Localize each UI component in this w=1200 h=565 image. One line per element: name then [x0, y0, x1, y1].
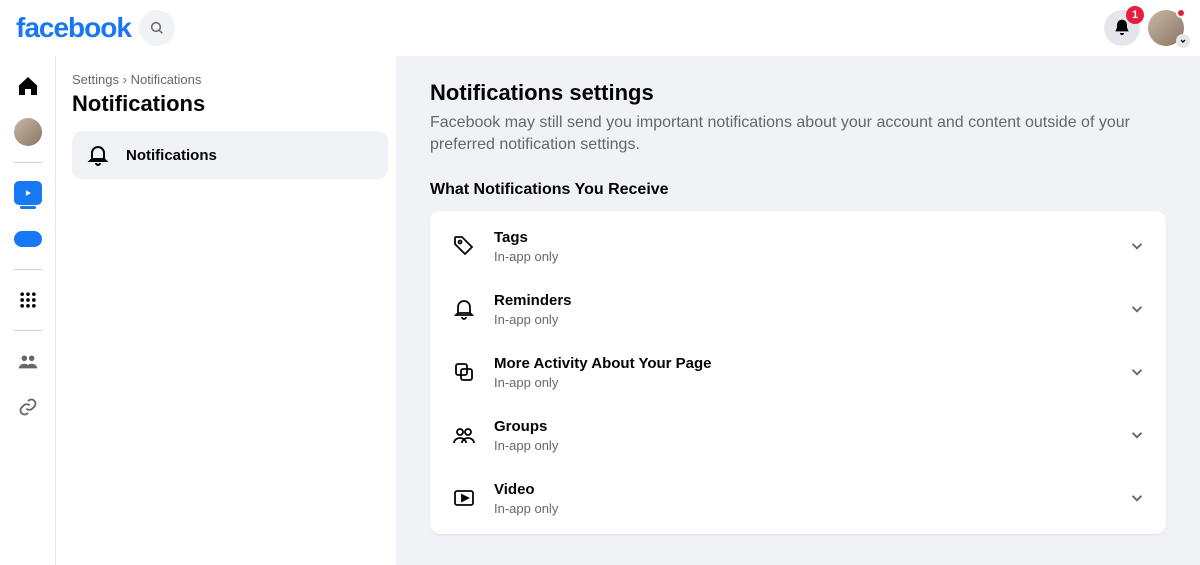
header-left: facebook	[16, 10, 175, 46]
watch-icon	[14, 181, 42, 205]
settings-panel: Settings › Notifications Notifications N…	[56, 56, 396, 565]
nav-item-label: Notifications	[126, 147, 217, 164]
panel-title: Notifications	[72, 91, 388, 117]
rail-divider	[14, 269, 42, 270]
tag-icon	[450, 232, 478, 260]
chevron-down-icon	[1128, 426, 1146, 444]
search-icon	[149, 20, 165, 36]
chevron-down-icon	[1128, 300, 1146, 318]
row-title: Groups	[494, 418, 1112, 436]
row-title: More Activity About Your Page	[494, 355, 1112, 373]
main-title: Notifications settings	[430, 80, 1166, 106]
nav-item-notifications[interactable]: Notifications	[72, 131, 388, 179]
home-icon	[16, 74, 40, 98]
bell-icon	[450, 295, 478, 323]
notifications-card: Tags In-app only Reminders In-app only	[430, 211, 1166, 534]
main-content: Notifications settings Facebook may stil…	[396, 56, 1200, 565]
breadcrumb-sep: ›	[123, 72, 127, 87]
groups-icon	[450, 421, 478, 449]
row-text: More Activity About Your Page In-app onl…	[494, 355, 1112, 390]
gaming-icon	[14, 231, 42, 247]
main-description: Facebook may still send you important no…	[430, 112, 1150, 157]
rail-link[interactable]	[10, 389, 46, 425]
row-sub: In-app only	[494, 249, 1112, 264]
body-wrap: Settings › Notifications Notifications N…	[0, 56, 1200, 565]
row-title: Video	[494, 481, 1112, 499]
row-title: Reminders	[494, 292, 1112, 310]
row-text: Reminders In-app only	[494, 292, 1112, 327]
breadcrumb-current: Notifications	[131, 72, 202, 87]
groups-icon	[17, 350, 39, 372]
link-icon	[18, 397, 38, 417]
row-sub: In-app only	[494, 501, 1112, 516]
breadcrumb-parent[interactable]: Settings	[72, 72, 119, 87]
row-groups[interactable]: Groups In-app only	[430, 404, 1166, 467]
account-chevron	[1176, 34, 1190, 48]
rail-profile[interactable]	[10, 114, 46, 150]
account-menu-button[interactable]	[1148, 10, 1184, 46]
chevron-down-icon	[1128, 237, 1146, 255]
notifications-button[interactable]: 1	[1104, 10, 1140, 46]
row-reminders[interactable]: Reminders In-app only	[430, 278, 1166, 341]
rail-home[interactable]	[10, 68, 46, 104]
facebook-logo[interactable]: facebook	[16, 12, 131, 44]
row-text: Groups In-app only	[494, 418, 1112, 453]
grid-icon	[18, 290, 38, 310]
row-title: Tags	[494, 229, 1112, 247]
chevron-down-icon	[1128, 489, 1146, 507]
chevron-down-icon	[1128, 363, 1146, 381]
row-tags[interactable]: Tags In-app only	[430, 215, 1166, 278]
row-video[interactable]: Video In-app only	[430, 467, 1166, 530]
status-dot	[1176, 8, 1186, 18]
row-page-activity[interactable]: More Activity About Your Page In-app onl…	[430, 341, 1166, 404]
pages-icon	[450, 358, 478, 386]
breadcrumb[interactable]: Settings › Notifications	[72, 72, 388, 87]
avatar-icon	[14, 118, 42, 146]
rail-gaming[interactable]	[10, 221, 46, 257]
rail-divider	[14, 330, 42, 331]
top-header: facebook 1	[0, 0, 1200, 56]
row-text: Video In-app only	[494, 481, 1112, 516]
row-sub: In-app only	[494, 312, 1112, 327]
bell-icon	[84, 141, 112, 169]
row-sub: In-app only	[494, 438, 1112, 453]
icon-rail	[0, 56, 56, 565]
row-text: Tags In-app only	[494, 229, 1112, 264]
video-icon	[450, 484, 478, 512]
header-right: 1	[1104, 10, 1184, 46]
search-button[interactable]	[139, 10, 175, 46]
notification-badge: 1	[1126, 6, 1144, 24]
chevron-down-icon	[1179, 37, 1187, 45]
rail-menu[interactable]	[10, 282, 46, 318]
row-sub: In-app only	[494, 375, 1112, 390]
rail-groups[interactable]	[10, 343, 46, 379]
rail-watch[interactable]	[10, 175, 46, 211]
rail-divider	[14, 162, 42, 163]
section-title: What Notifications You Receive	[430, 181, 1166, 199]
